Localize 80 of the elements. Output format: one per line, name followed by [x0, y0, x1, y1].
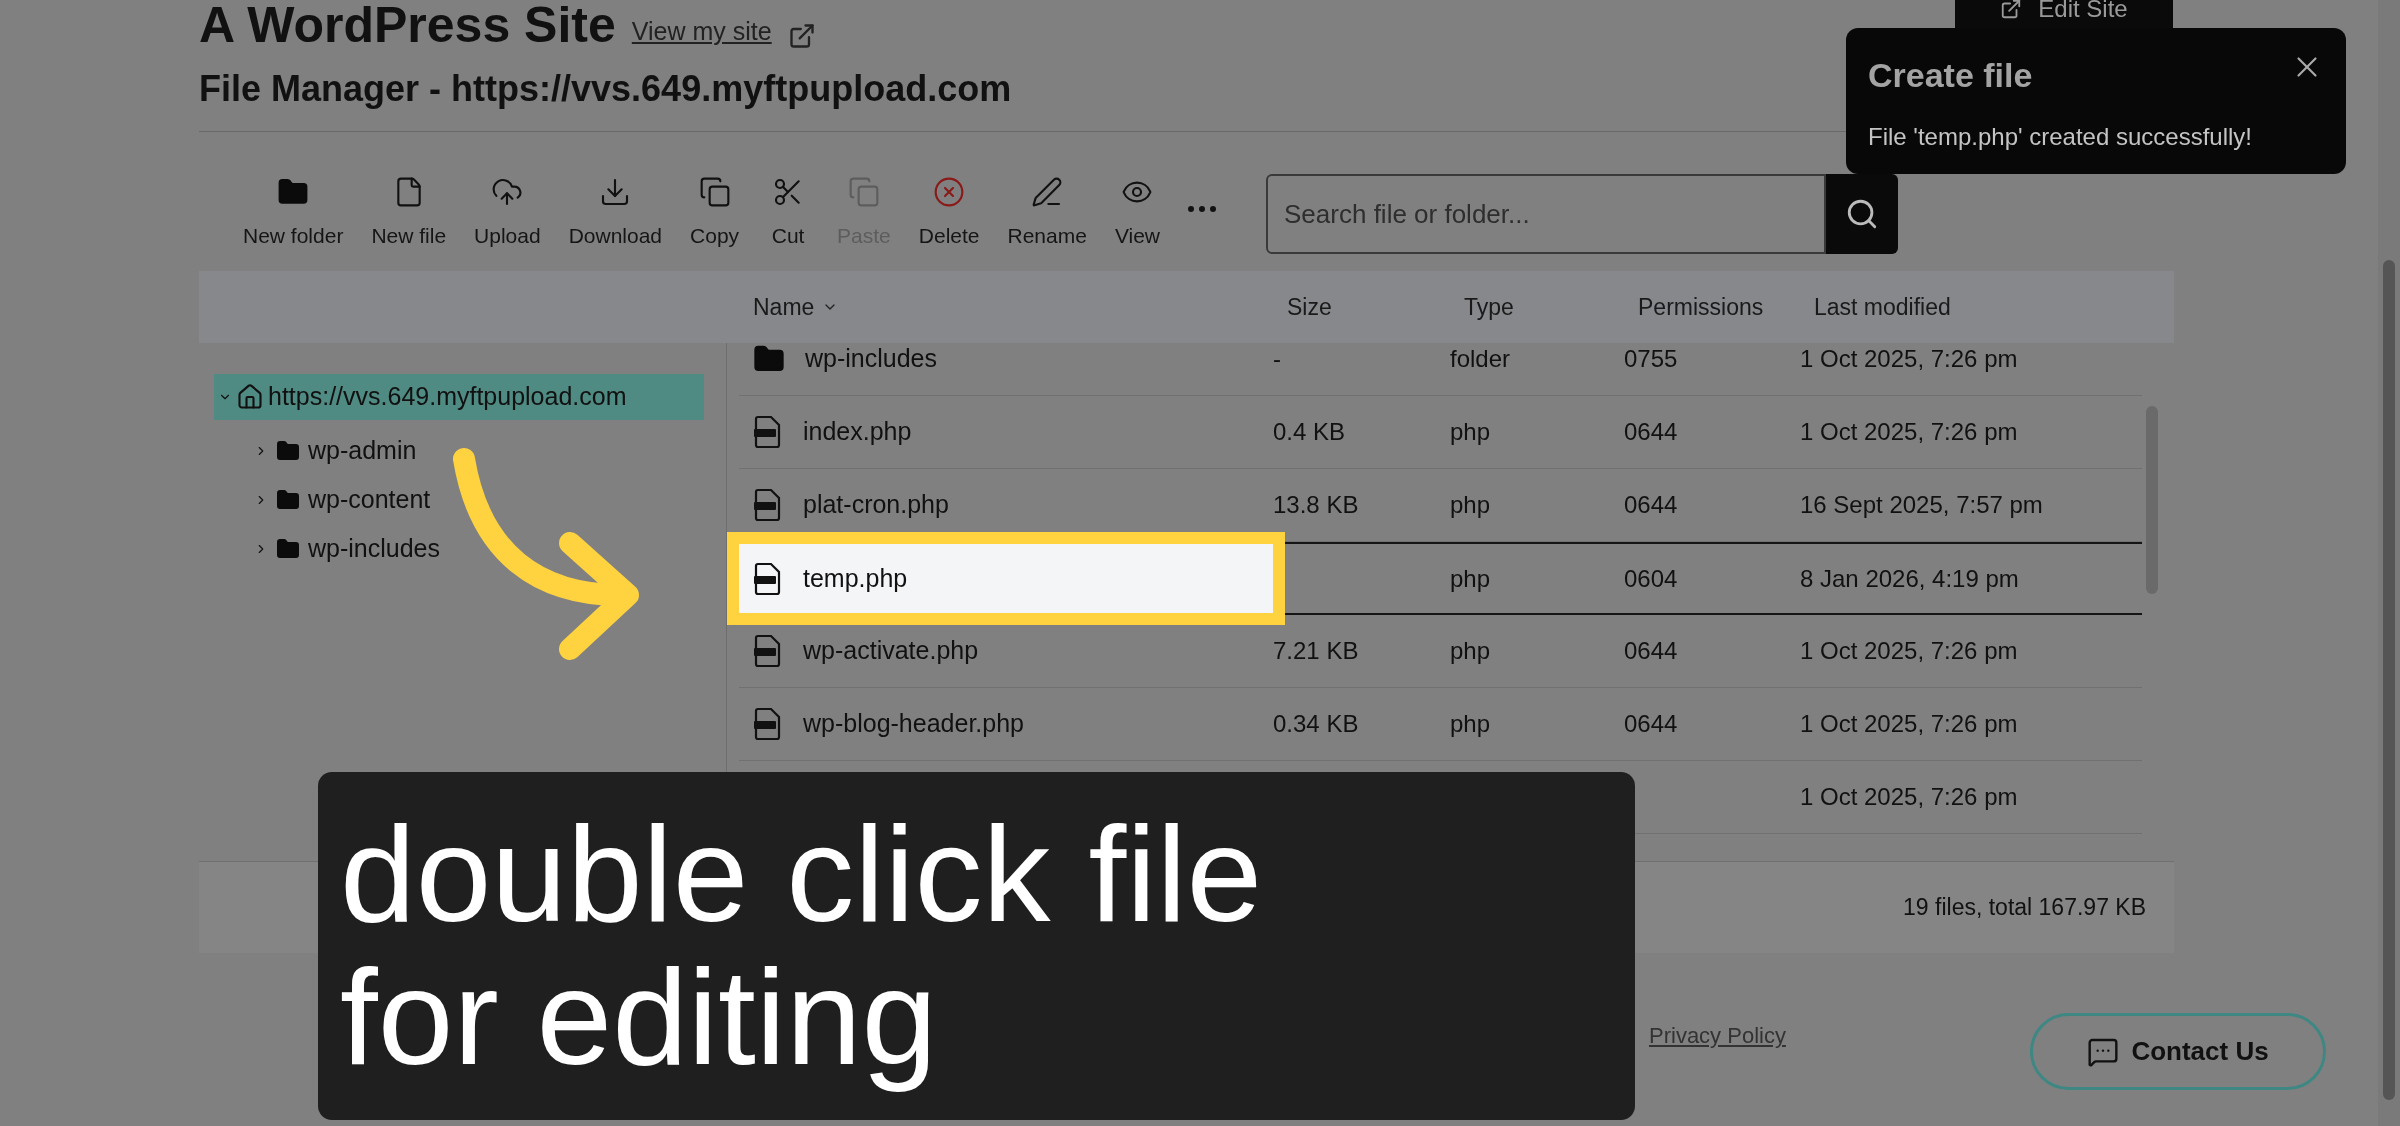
- paste-icon: [847, 176, 880, 209]
- type-cell: php: [1450, 564, 1491, 592]
- type-cell: php: [1450, 710, 1491, 737]
- site-title: A WordPress Site: [199, 0, 616, 50]
- type-cell: php: [1450, 637, 1491, 664]
- type-cell: php: [1450, 418, 1491, 445]
- column-header[interactable]: Permissions: [1638, 289, 1764, 325]
- toolbar-button[interactable]: Upload: [460, 176, 555, 252]
- modified-cell: 8 Jan 2026, 4:19 pm: [1800, 564, 2019, 592]
- size-cell: -: [1273, 345, 1281, 372]
- column-header[interactable]: Size: [1287, 289, 1332, 325]
- edit-site-button[interactable]: Edit Site: [1955, 0, 2173, 30]
- external-link-icon: [2000, 0, 2023, 20]
- toolbar-button[interactable]: Delete: [904, 176, 994, 252]
- modified-cell: 16 Sept 2025, 7:57 pm: [1800, 491, 2043, 518]
- delete-icon: [933, 176, 966, 209]
- copy-icon: [698, 176, 731, 209]
- file-icon: [753, 561, 783, 596]
- name-cell[interactable]: plat-cron.php: [739, 469, 1273, 541]
- size-cell: 0.4 KB: [1273, 418, 1346, 445]
- modified-cell: 1 Oct 2025, 7:26 pm: [1800, 783, 2018, 810]
- toast-title: Create file: [1868, 55, 2033, 96]
- file-row[interactable]: index.php 0.4 KB php 0644 1 Oct 2025, 7:26 pm: [739, 396, 2142, 469]
- folder-icon: [276, 487, 300, 512]
- size-cell: 7.21 KB: [1273, 637, 1359, 664]
- size-cell: 13.8 KB: [1273, 491, 1359, 518]
- privacy-policy-link[interactable]: Privacy Policy: [1649, 1019, 1786, 1052]
- view-site-link[interactable]: View my site: [631, 12, 772, 50]
- external-link-icon[interactable]: [787, 22, 816, 50]
- permissions-cell: 0755: [1624, 345, 1678, 372]
- permissions-cell: 0644: [1624, 418, 1678, 445]
- file-icon: [753, 488, 783, 522]
- size-cell: 0.34 KB: [1273, 710, 1359, 737]
- permissions-cell: 0644: [1624, 491, 1678, 518]
- tree-item[interactable]: wp-admin: [254, 426, 726, 475]
- folder-icon: [276, 536, 300, 561]
- modified-cell: 1 Oct 2025, 7:26 pm: [1800, 345, 2018, 372]
- permissions-cell: 0644: [1624, 637, 1678, 664]
- more-icon: [1188, 206, 1217, 213]
- name-cell[interactable]: wp-blog-header.php: [739, 688, 1273, 760]
- tree-item[interactable]: wp-includes: [254, 524, 726, 573]
- folder-icon: [276, 438, 300, 463]
- modified-cell: 1 Oct 2025, 7:26 pm: [1800, 637, 2018, 664]
- toast-message: File 'temp.php' created successfully!: [1868, 122, 2253, 152]
- name-cell[interactable]: wp-includes: [739, 343, 1273, 395]
- contact-us-button[interactable]: Contact Us: [2030, 1013, 2326, 1090]
- status-summary: 19 files, total 167.97 KB: [1903, 893, 2146, 923]
- column-header[interactable]: Name: [753, 289, 815, 325]
- column-header[interactable]: Last modified: [1814, 289, 1951, 325]
- search-button[interactable]: [1826, 174, 1899, 254]
- column-header[interactable]: Type: [1464, 289, 1514, 325]
- tree-item[interactable]: wp-content: [254, 475, 726, 524]
- toolbar-button[interactable]: Copy: [676, 176, 754, 252]
- permissions-cell: 0644: [1624, 710, 1678, 737]
- modified-cell: 1 Oct 2025, 7:26 pm: [1800, 710, 2018, 737]
- permissions-cell: 0604: [1624, 564, 1678, 592]
- file-row[interactable]: wp-includes - folder 0755 1 Oct 2025, 7:26 pm: [739, 343, 2142, 396]
- file-manager-title: File Manager - https://vvs.649.myftpupload.com: [199, 68, 1012, 109]
- name-cell[interactable]: index.php: [739, 396, 1273, 468]
- toolbar-button[interactable]: New folder: [229, 176, 358, 252]
- name-cell[interactable]: wp-activate.php: [739, 615, 1273, 687]
- toolbar-button[interactable]: New file: [357, 176, 461, 252]
- toolbar-button[interactable]: Download: [554, 176, 677, 252]
- type-cell: php: [1450, 491, 1491, 518]
- file-icon: [753, 415, 783, 449]
- file-row[interactable]: temp.php php 0604 8 Jan 2026, 4:19 pm: [739, 542, 2142, 615]
- modified-cell: 1 Oct 2025, 7:26 pm: [1800, 418, 2018, 445]
- toolbar-button[interactable]: Rename: [993, 176, 1101, 252]
- file-row[interactable]: wp-activate.php 7.21 KB php 0644 1 Oct 2025, 7:26 pm: [739, 615, 2142, 688]
- page-scrollbar[interactable]: [2378, 0, 2400, 1126]
- type-cell: folder: [1450, 345, 1511, 372]
- search-field[interactable]: Search file or folder...: [1266, 174, 1827, 254]
- tree-root-item[interactable]: https://vvs.649.myftpupload.com: [214, 374, 704, 420]
- home-icon: [236, 383, 264, 411]
- file-row[interactable]: wp-blog-header.php 0.34 KB php 0644 1 Oct 2025, 7:26 pm: [739, 688, 2142, 761]
- file-icon: [753, 707, 783, 741]
- pencil-icon: [1031, 176, 1064, 209]
- toolbar-button[interactable]: Cut: [753, 176, 824, 252]
- file-icon: [753, 634, 783, 668]
- toolbar-button[interactable]: View: [1100, 176, 1175, 252]
